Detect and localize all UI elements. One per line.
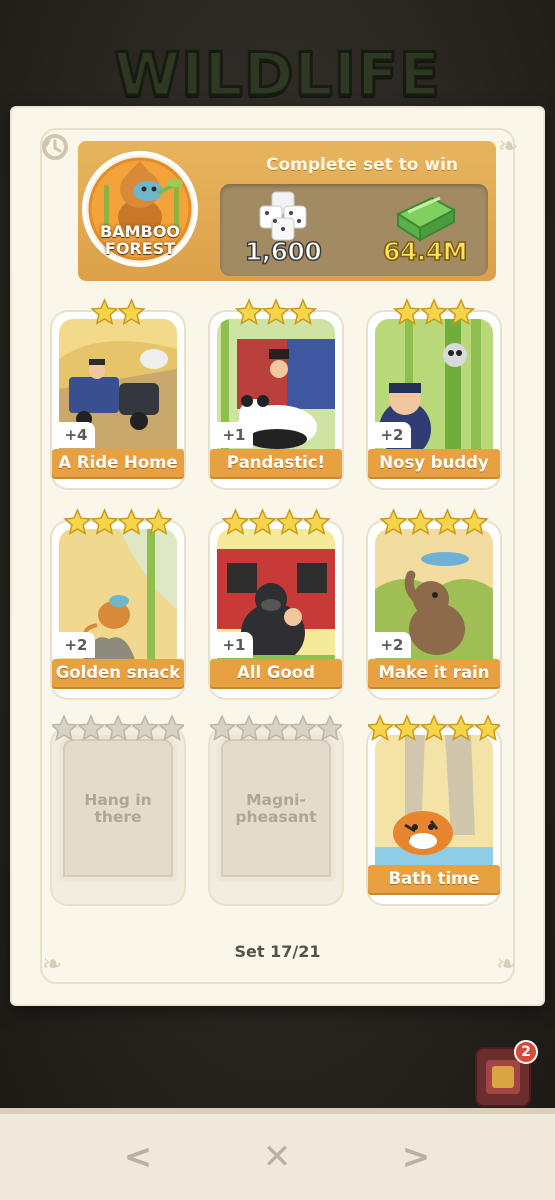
- star-icon: [419, 298, 449, 326]
- star-icon: [261, 714, 291, 742]
- sticker-card[interactable]: Pandastic! +1: [210, 298, 342, 488]
- rarity-stars: [368, 508, 500, 536]
- card-name: Golden snack: [52, 659, 184, 687]
- star-icon: [76, 714, 106, 742]
- prev-set-button[interactable]: <: [113, 1132, 163, 1182]
- card-name: Pandastic!: [210, 449, 342, 477]
- sticker-card[interactable]: All Good +1: [210, 508, 342, 698]
- star-icon: [130, 714, 160, 742]
- sticker-card[interactable]: Bath time: [365, 714, 503, 904]
- duplicate-count: +2: [373, 422, 411, 448]
- cash-reward: 64.4M: [370, 186, 480, 274]
- card-name: Make it rain: [368, 659, 500, 687]
- star-icon: [117, 298, 146, 326]
- set-name-line1: BAMBOO: [100, 222, 180, 241]
- rarity-stars: [49, 714, 187, 742]
- history-icon[interactable]: [38, 130, 72, 164]
- rarity-stars: [52, 508, 184, 536]
- missing-card-name: Hang in there: [62, 792, 174, 826]
- star-icon: [392, 714, 422, 742]
- rarity-stars: [210, 298, 342, 326]
- missing-card-name-line: Hang in: [84, 791, 152, 809]
- album-title: WILDLIFE: [112, 39, 442, 112]
- card-artwork: [375, 735, 493, 881]
- set-badge: BAMBOO FOREST: [82, 145, 202, 273]
- album-badge-count: 2: [521, 1044, 531, 1060]
- sticker-card[interactable]: Hang in there: [49, 714, 187, 904]
- star-icon: [288, 714, 318, 742]
- star-icon: [365, 714, 395, 742]
- star-icon: [315, 714, 345, 742]
- star-icon: [49, 714, 79, 742]
- star-icon: [261, 298, 291, 326]
- star-icon: [63, 508, 92, 536]
- star-icon: [419, 714, 449, 742]
- card-name: Nosy buddy: [368, 449, 500, 477]
- star-icon: [379, 508, 408, 536]
- star-icon: [207, 714, 237, 742]
- duplicate-count: +1: [215, 422, 253, 448]
- star-icon: [90, 298, 119, 326]
- star-icon: [103, 714, 133, 742]
- star-icon: [460, 508, 489, 536]
- star-icon: [473, 714, 503, 742]
- missing-card-name: Magni-pheasant: [220, 792, 332, 826]
- star-icon: [275, 508, 304, 536]
- star-icon: [446, 714, 476, 742]
- sticker-card[interactable]: Golden snack +2: [52, 508, 184, 698]
- star-icon: [446, 298, 476, 326]
- star-icon: [221, 508, 250, 536]
- star-icon: [433, 508, 462, 536]
- next-set-button[interactable]: >: [391, 1132, 441, 1182]
- star-icon: [392, 298, 422, 326]
- sticker-card[interactable]: Nosy buddy +2: [368, 298, 500, 488]
- rarity-stars: [368, 298, 500, 326]
- star-icon: [117, 508, 146, 536]
- corner-ornament-icon: ❧: [497, 132, 519, 160]
- sticker-card[interactable]: Magni-pheasant: [207, 714, 345, 904]
- star-icon: [288, 298, 318, 326]
- star-icon: [234, 714, 264, 742]
- rarity-stars: [52, 298, 184, 326]
- star-icon: [90, 508, 119, 536]
- duplicate-count: +1: [215, 632, 253, 658]
- bottom-nav-bar: < ✕ >: [0, 1108, 555, 1200]
- dice-reward-value: 1,600: [244, 236, 323, 267]
- cash-reward-value: 64.4M: [382, 236, 468, 267]
- album-button[interactable]: 2: [470, 1038, 540, 1110]
- rarity-stars: [207, 714, 345, 742]
- dice-reward: 1,600: [228, 186, 338, 274]
- duplicate-count: +4: [57, 422, 95, 448]
- rewards-box: 1,600 64.4M: [220, 184, 488, 276]
- card-name: All Good: [210, 659, 342, 687]
- missing-card-name-line: there: [94, 808, 142, 826]
- close-button[interactable]: ✕: [252, 1132, 302, 1182]
- card-set-page: ❧ ❧ ❧ BAMBOO FOREST Complete set to win …: [12, 108, 543, 1004]
- set-reward-banner: BAMBOO FOREST Complete set to win 1,600: [78, 141, 496, 281]
- duplicate-count: +2: [373, 632, 411, 658]
- star-icon: [157, 714, 187, 742]
- star-icon: [248, 508, 277, 536]
- duplicate-count: +2: [57, 632, 95, 658]
- sticker-card[interactable]: A Ride Home +4: [52, 298, 184, 488]
- star-icon: [234, 298, 264, 326]
- set-progress-label: Set 17/21: [234, 942, 321, 961]
- sticker-card[interactable]: Make it rain +2: [368, 508, 500, 698]
- set-name-line2: FOREST: [104, 239, 176, 258]
- card-name: Bath time: [368, 865, 500, 893]
- star-icon: [406, 508, 435, 536]
- rarity-stars: [210, 508, 342, 536]
- complete-set-label: Complete set to win: [265, 155, 459, 175]
- missing-card-name-line: pheasant: [235, 808, 317, 826]
- rarity-stars: [365, 714, 503, 742]
- card-name: A Ride Home: [52, 449, 184, 477]
- missing-card-name-line: Magni-: [246, 791, 306, 809]
- star-icon: [144, 508, 173, 536]
- star-icon: [302, 508, 331, 536]
